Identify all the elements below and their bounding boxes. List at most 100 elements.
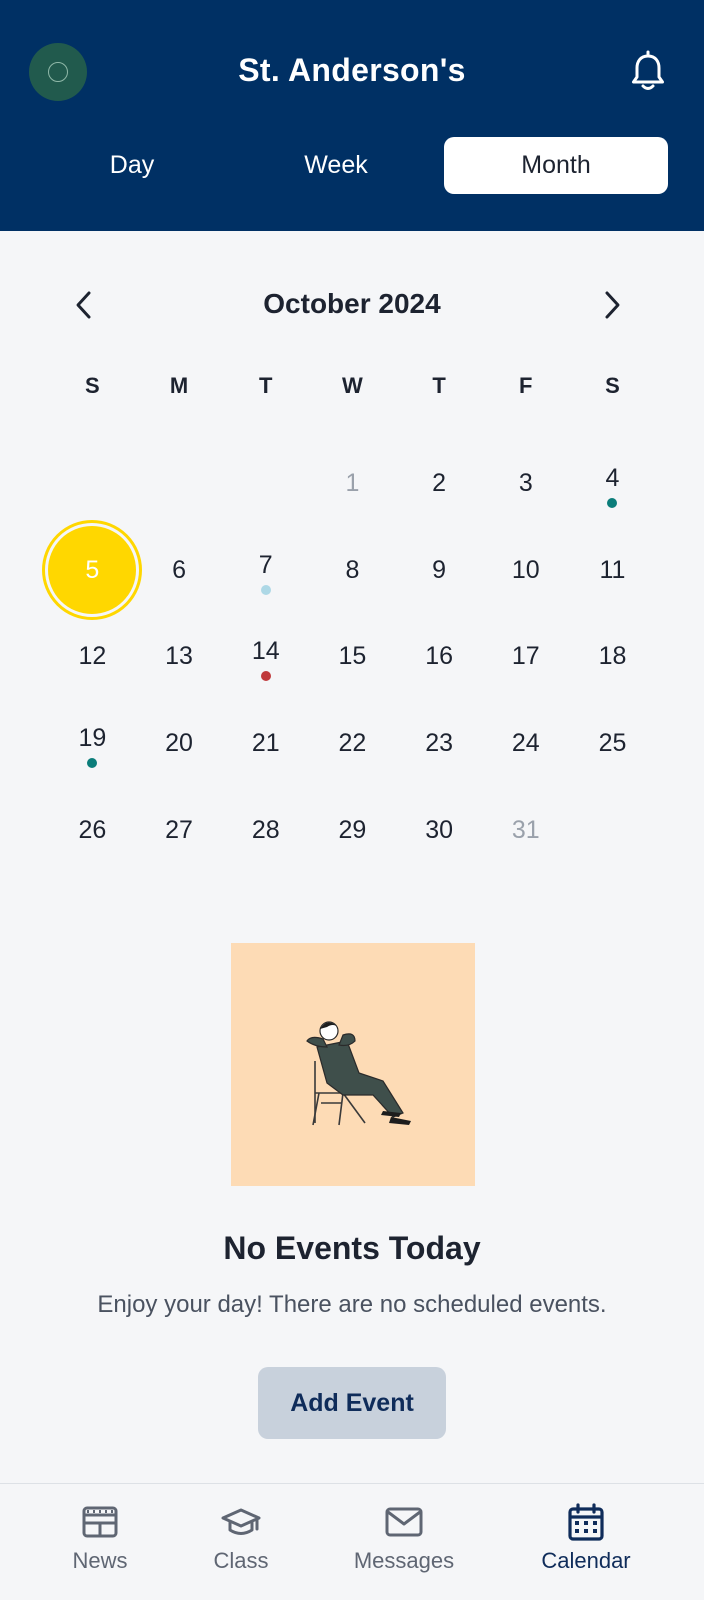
event-indicator-dot (260, 584, 271, 595)
nav-messages[interactable]: Messages (339, 1484, 469, 1600)
day-number: 10 (511, 555, 540, 584)
calendar-day[interactable]: 26 (49, 787, 136, 874)
calendar-blank-cell (222, 440, 309, 527)
add-event-button[interactable]: Add Event (258, 1367, 446, 1439)
calendar-day[interactable]: 3 (482, 440, 569, 527)
bottom-navigation: News Class Messages Calendar (0, 1483, 704, 1600)
calendar-day[interactable]: 11 (569, 527, 656, 614)
event-indicator-dot (260, 671, 271, 682)
empty-state-title: No Events Today (223, 1230, 481, 1266)
weekday-label: T (258, 373, 273, 398)
weekday-label: W (342, 373, 363, 398)
day-number: 30 (425, 815, 453, 844)
calendar-day[interactable]: 20 (136, 700, 223, 787)
day-number: 28 (251, 815, 280, 844)
calendar-day[interactable]: 13 (136, 613, 223, 700)
day-number: 3 (518, 468, 533, 497)
graduation-cap-icon (221, 1508, 261, 1535)
weekday-label: S (85, 373, 100, 398)
nav-calendar[interactable]: Calendar (526, 1484, 646, 1600)
calendar-day[interactable]: 23 (396, 700, 483, 787)
day-number: 2 (432, 468, 447, 497)
calendar-blank-cell (49, 440, 136, 527)
nav-class[interactable]: Class (191, 1484, 291, 1600)
day-number: 26 (78, 815, 107, 844)
app-header: St. Anderson's Day Week Month (0, 0, 704, 231)
day-number: 21 (251, 728, 280, 757)
day-number: 13 (165, 642, 193, 671)
calendar-day[interactable]: 28 (222, 787, 309, 874)
calendar-day[interactable]: 16 (396, 613, 483, 700)
nav-label: Class (213, 1548, 269, 1573)
event-indicator-dot (607, 498, 618, 508)
day-number: 17 (511, 642, 540, 671)
calendar-day[interactable]: 5 (42, 520, 143, 621)
weekday-header: S M T W T F S (49, 373, 656, 399)
calendar-day[interactable]: 4 (569, 440, 656, 527)
calendar-day[interactable]: 17 (482, 613, 569, 700)
calendar-blank-cell (136, 440, 223, 527)
day-number: 27 (165, 815, 193, 844)
event-indicator-dot (87, 758, 98, 769)
nav-label: Calendar (541, 1548, 631, 1573)
day-number: 15 (338, 642, 367, 671)
chevron-left-icon[interactable] (63, 284, 105, 326)
calendar-day[interactable]: 30 (396, 787, 483, 874)
chevron-right-icon[interactable] (591, 284, 633, 326)
tab-month[interactable]: Month (444, 137, 668, 194)
calendar-day[interactable]: 7 (222, 527, 309, 614)
day-number: 8 (345, 555, 360, 584)
day-number: 9 (432, 555, 447, 584)
day-number: 7 (258, 550, 273, 579)
day-number: 20 (165, 728, 193, 757)
calendar-day[interactable]: 14 (222, 613, 309, 700)
day-number: 1 (345, 468, 360, 497)
nav-label: News (72, 1548, 128, 1573)
calendar-day[interactable]: 10 (482, 527, 569, 614)
day-number: 18 (598, 642, 627, 671)
weekday-label: S (605, 373, 620, 398)
day-number: 25 (598, 728, 627, 757)
nav-label: Messages (353, 1548, 455, 1573)
day-number: 31 (511, 815, 540, 844)
nav-news[interactable]: News (50, 1484, 150, 1600)
day-number: 29 (338, 815, 367, 844)
newspaper-icon (82, 1506, 118, 1538)
weekday-label: F (519, 373, 533, 398)
tab-week[interactable]: Week (234, 137, 438, 194)
calendar-day[interactable]: 18 (569, 613, 656, 700)
view-tabs: Day Week Month (0, 137, 704, 194)
calendar-day[interactable]: 12 (49, 613, 136, 700)
bell-icon[interactable] (628, 50, 668, 94)
calendar-day[interactable]: 27 (136, 787, 223, 874)
calendar-day[interactable]: 9 (396, 527, 483, 614)
calendar-day[interactable]: 2 (396, 440, 483, 527)
tab-day[interactable]: Day (30, 137, 234, 194)
calendar-day[interactable]: 8 (309, 527, 396, 614)
day-number: 16 (425, 642, 453, 671)
calendar-day[interactable]: 29 (309, 787, 396, 874)
day-number: 6 (172, 555, 186, 584)
day-number: 24 (511, 728, 540, 757)
weekday-label: M (169, 373, 189, 398)
calendar-day[interactable]: 15 (309, 613, 396, 700)
calendar-day[interactable]: 1 (309, 440, 396, 527)
day-number: 14 (251, 637, 280, 666)
calendar-day[interactable]: 31 (482, 787, 569, 874)
calendar-day[interactable]: 24 (482, 700, 569, 787)
calendar-day[interactable]: 22 (309, 700, 396, 787)
empty-state-message: Enjoy your day! There are no scheduled e… (97, 1291, 607, 1318)
calendar-navigation: October 2024 (0, 280, 704, 330)
calendar-day[interactable]: 25 (569, 700, 656, 787)
day-number: 11 (599, 555, 626, 584)
calendar-icon (568, 1503, 604, 1541)
person-relaxing-illustration (231, 943, 475, 1186)
school-logo-icon[interactable] (29, 43, 87, 101)
day-number: 4 (605, 463, 620, 492)
calendar-day[interactable]: 19 (49, 700, 136, 787)
day-number: 5 (85, 555, 100, 584)
calendar-day[interactable]: 21 (222, 700, 309, 787)
day-number: 23 (425, 728, 453, 757)
calendar-day[interactable]: 6 (136, 527, 223, 614)
weekday-label: T (432, 373, 446, 398)
